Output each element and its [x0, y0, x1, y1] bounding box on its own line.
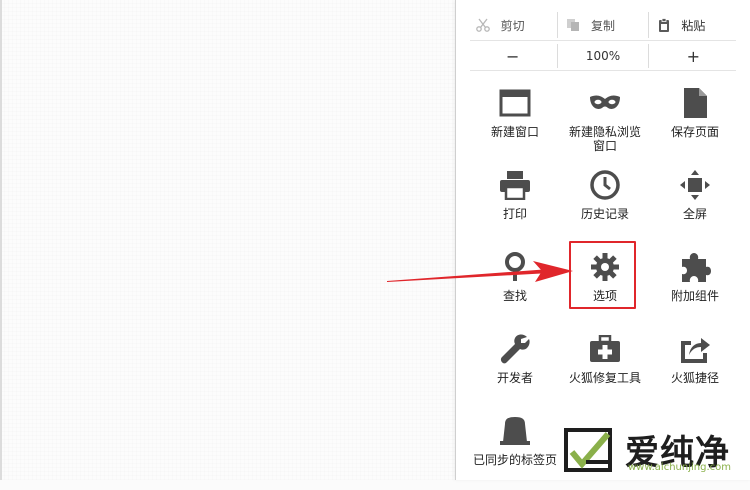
printer-icon	[498, 168, 532, 202]
menu-item-developer[interactable]: 开发者	[470, 326, 560, 408]
clipboard-icon	[655, 16, 673, 34]
menu-item-label: 火狐修复工具	[568, 371, 641, 385]
menu-item-label: 保存页面	[670, 125, 719, 139]
menu-item-label: 历史记录	[580, 207, 629, 221]
menu-item-repair-tool[interactable]: 火狐修复工具	[560, 326, 650, 408]
divider	[470, 40, 736, 41]
window-edge	[0, 0, 2, 480]
annotation-highlight-box	[569, 241, 636, 309]
menu-item-label: 已同步的标签页	[472, 453, 557, 467]
scissors-icon	[474, 16, 492, 34]
annotation-arrow	[387, 261, 573, 282]
menu-item-label: 查找	[502, 289, 527, 303]
menu-item-add-ons[interactable]: 附加组件	[650, 244, 740, 326]
menu-item-label: 开发者	[496, 371, 533, 385]
first-aid-kit-icon	[588, 332, 622, 366]
copy-label: 复制	[590, 18, 615, 33]
zoom-in-button[interactable]: +	[647, 44, 738, 68]
menu-item-fullscreen[interactable]: 全屏	[650, 162, 740, 244]
private-mask-icon	[588, 86, 622, 120]
history-clock-icon	[588, 168, 622, 202]
new-window-icon	[498, 86, 532, 120]
cut-label: 剪切	[500, 18, 525, 33]
paste-button[interactable]: 粘贴	[647, 12, 738, 38]
menu-item-label: 新建窗口	[490, 125, 539, 139]
menu-item-label: 新建隐私浏览 窗口	[568, 125, 641, 153]
browser-menu-panel: 剪切 复制 粘贴 − 100% + 新建窗口 新建隐私浏览 窗口 保存页面 打印…	[455, 0, 750, 480]
menu-item-print[interactable]: 打印	[470, 162, 560, 244]
synced-tabs-icon	[498, 414, 532, 448]
save-page-icon	[678, 86, 712, 120]
menu-item-new-window[interactable]: 新建窗口	[470, 80, 560, 162]
share-icon	[678, 332, 712, 366]
paste-label: 粘贴	[681, 18, 706, 33]
watermark-url: www.aichunjing.com	[628, 462, 731, 473]
divider	[470, 70, 736, 71]
cut-button[interactable]: 剪切	[468, 12, 557, 38]
menu-item-synced-tabs[interactable]: 已同步的标签页	[470, 408, 560, 490]
menu-item-new-private-window[interactable]: 新建隐私浏览 窗口	[560, 80, 650, 162]
zoom-level-reset[interactable]: 100%	[557, 44, 647, 68]
menu-item-label: 全屏	[682, 207, 707, 221]
copy-button[interactable]: 复制	[557, 12, 647, 38]
zoom-out-button[interactable]: −	[468, 44, 557, 68]
menu-item-label: 火狐捷径	[670, 371, 719, 385]
menu-item-save-page[interactable]: 保存页面	[650, 80, 740, 162]
zoom-controls-row: − 100% +	[468, 44, 738, 68]
puzzle-icon	[678, 250, 712, 284]
menu-item-history[interactable]: 历史记录	[560, 162, 650, 244]
copy-icon	[564, 16, 582, 34]
menu-item-shortcut[interactable]: 火狐捷径	[650, 326, 740, 408]
wrench-icon	[498, 332, 532, 366]
fullscreen-icon	[678, 168, 712, 202]
menu-item-label: 打印	[502, 207, 527, 221]
menu-item-label: 附加组件	[670, 289, 719, 303]
edit-controls-row: 剪切 复制 粘贴	[468, 12, 738, 38]
